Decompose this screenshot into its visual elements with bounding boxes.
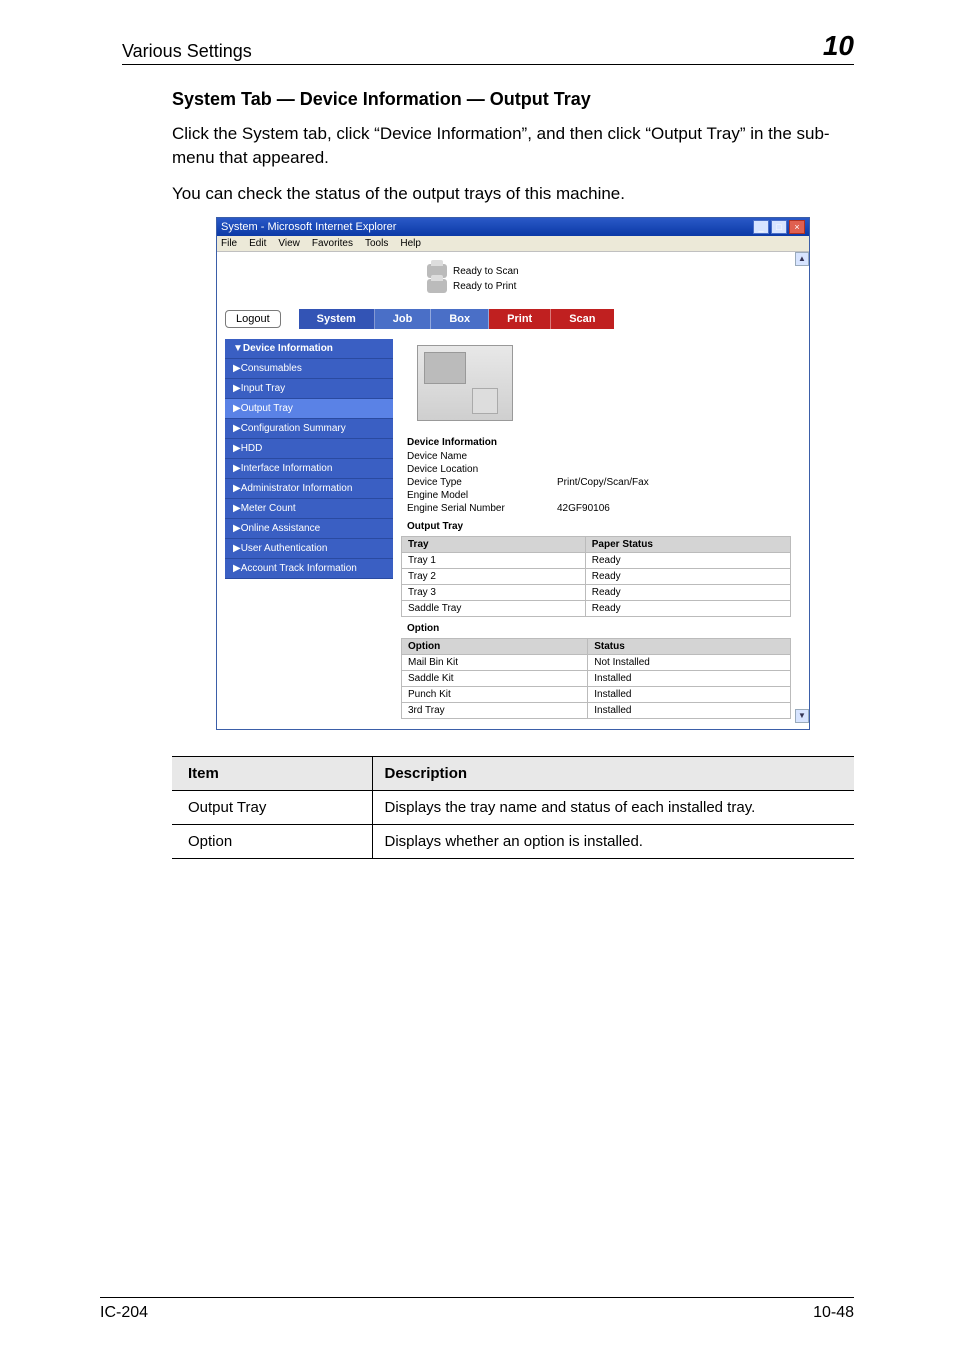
sidebar-item-output-tray[interactable]: ▶Output Tray bbox=[225, 399, 393, 419]
sidebar-item-user-auth[interactable]: ▶User Authentication bbox=[225, 539, 393, 559]
tab-system[interactable]: System bbox=[299, 309, 375, 329]
maximize-icon[interactable]: □ bbox=[771, 220, 787, 234]
table-row: Tray 1Ready bbox=[402, 553, 791, 569]
tab-job[interactable]: Job bbox=[375, 309, 432, 329]
option-table: Option Status Mail Bin KitNot Installed … bbox=[401, 638, 791, 719]
tab-scan[interactable]: Scan bbox=[551, 309, 613, 329]
status-ready-print: Ready to Print bbox=[453, 281, 516, 292]
menu-favorites[interactable]: Favorites bbox=[312, 238, 353, 249]
col-tray: Tray bbox=[402, 537, 586, 553]
window-title: System - Microsoft Internet Explorer bbox=[221, 221, 753, 233]
col-option: Option bbox=[402, 639, 588, 655]
section-title: Various Settings bbox=[122, 41, 252, 62]
menu-edit[interactable]: Edit bbox=[249, 238, 266, 249]
col-item: Item bbox=[172, 757, 372, 791]
output-tray-table: Tray Paper Status Tray 1Ready Tray 2Read… bbox=[401, 536, 791, 617]
sidebar-item-consumables[interactable]: ▶Consumables bbox=[225, 359, 393, 379]
col-paper-status: Paper Status bbox=[585, 537, 790, 553]
menu-tools[interactable]: Tools bbox=[365, 238, 388, 249]
chapter-number: 10 bbox=[823, 30, 854, 62]
kv-key: Device Name bbox=[407, 451, 557, 462]
kv-value: Print/Copy/Scan/Fax bbox=[557, 477, 791, 488]
footer-left: IC-204 bbox=[100, 1304, 148, 1322]
tab-print[interactable]: Print bbox=[489, 309, 551, 329]
footer-right: 10-48 bbox=[813, 1304, 854, 1322]
paragraph: Click the System tab, click “Device Info… bbox=[172, 122, 854, 170]
kv-value bbox=[557, 490, 791, 501]
printer-icon bbox=[427, 279, 447, 293]
status-ready-scan: Ready to Scan bbox=[453, 266, 519, 277]
table-row: 3rd TrayInstalled bbox=[402, 703, 791, 719]
menu-view[interactable]: View bbox=[278, 238, 300, 249]
table-row: Saddle KitInstalled bbox=[402, 671, 791, 687]
kv-key: Device Type bbox=[407, 477, 557, 488]
tab-box[interactable]: Box bbox=[431, 309, 489, 329]
sidebar-device-information[interactable]: ▼Device Information bbox=[225, 339, 393, 359]
main-panel: Device Information Device Name Device Lo… bbox=[401, 339, 791, 719]
sidebar-item-meter-count[interactable]: ▶Meter Count bbox=[225, 499, 393, 519]
tabs: System Job Box Print Scan bbox=[299, 309, 614, 329]
kv-value bbox=[557, 464, 791, 475]
sidebar-item-input-tray[interactable]: ▶Input Tray bbox=[225, 379, 393, 399]
col-description: Description bbox=[372, 757, 854, 791]
option-title: Option bbox=[401, 617, 791, 636]
menu-bar: File Edit View Favorites Tools Help bbox=[217, 236, 809, 252]
kv-key: Device Location bbox=[407, 464, 557, 475]
table-row: Punch KitInstalled bbox=[402, 687, 791, 703]
sidebar-item-account-track[interactable]: ▶Account Track Information bbox=[225, 559, 393, 579]
page-title: System Tab — Device Information — Output… bbox=[172, 89, 854, 110]
scroll-up-icon[interactable]: ▲ bbox=[795, 252, 809, 266]
paragraph: You can check the status of the output t… bbox=[172, 182, 854, 206]
table-row: Mail Bin KitNot Installed bbox=[402, 655, 791, 671]
scroll-down-icon[interactable]: ▼ bbox=[795, 709, 809, 723]
sidebar-item-online-assist[interactable]: ▶Online Assistance bbox=[225, 519, 393, 539]
description-table: Item Description Output TrayDisplays the… bbox=[172, 756, 854, 859]
output-tray-title: Output Tray bbox=[401, 515, 791, 534]
menu-help[interactable]: Help bbox=[400, 238, 421, 249]
kv-value: 42GF90106 bbox=[557, 503, 791, 514]
kv-key: Engine Model bbox=[407, 490, 557, 501]
col-status: Status bbox=[588, 639, 791, 655]
kv-value bbox=[557, 451, 791, 462]
table-row: Tray 3Ready bbox=[402, 585, 791, 601]
sidebar-item-interface-info[interactable]: ▶Interface Information bbox=[225, 459, 393, 479]
sidebar-item-config-summary[interactable]: ▶Configuration Summary bbox=[225, 419, 393, 439]
logout-button[interactable]: Logout bbox=[225, 310, 281, 328]
sidebar: ▼Device Information ▶Consumables ▶Input … bbox=[225, 339, 393, 719]
table-row: Tray 2Ready bbox=[402, 569, 791, 585]
screenshot-window: System - Microsoft Internet Explorer _ □… bbox=[216, 217, 810, 730]
device-info-title: Device Information bbox=[401, 431, 791, 450]
device-illustration bbox=[417, 345, 513, 421]
kv-key: Engine Serial Number bbox=[407, 503, 557, 514]
table-row: Saddle TrayReady bbox=[402, 601, 791, 617]
table-row: OptionDisplays whether an option is inst… bbox=[172, 825, 854, 859]
menu-file[interactable]: File bbox=[221, 238, 237, 249]
sidebar-item-admin-info[interactable]: ▶Administrator Information bbox=[225, 479, 393, 499]
sidebar-item-hdd[interactable]: ▶HDD bbox=[225, 439, 393, 459]
table-row: Output TrayDisplays the tray name and st… bbox=[172, 791, 854, 825]
minimize-icon[interactable]: _ bbox=[753, 220, 769, 234]
close-icon[interactable]: × bbox=[789, 220, 805, 234]
